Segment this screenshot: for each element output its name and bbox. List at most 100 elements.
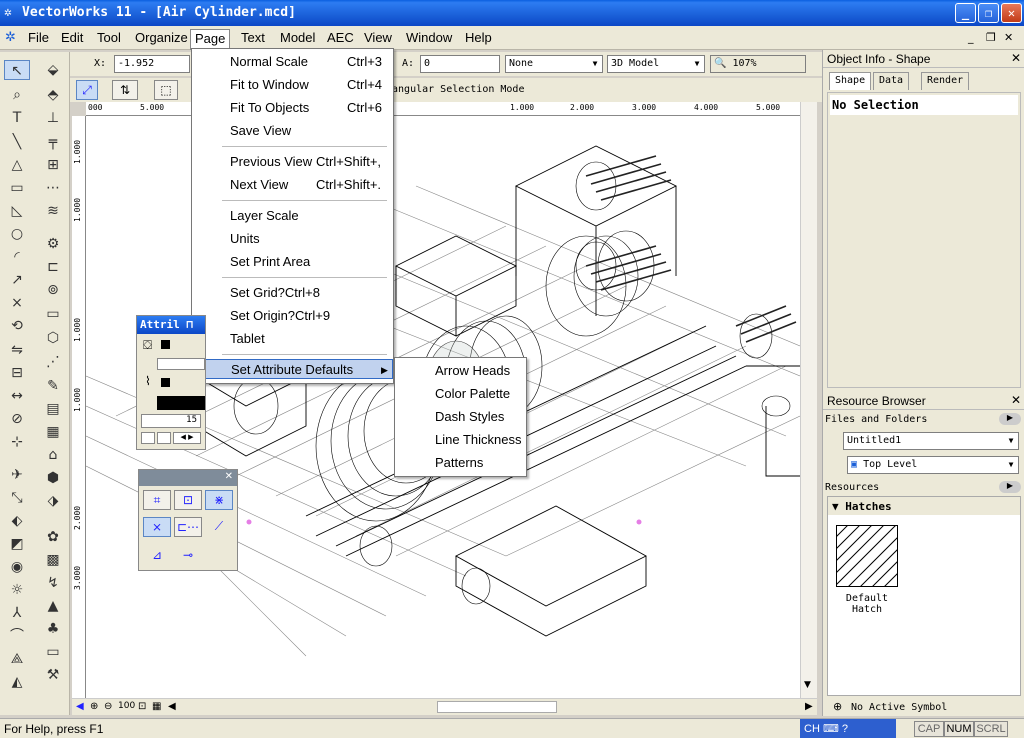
resources-menu-icon[interactable]: ▶ — [999, 481, 1021, 493]
rotate-tool-icon[interactable]: ⟲ — [4, 316, 30, 336]
line-tool-icon[interactable]: ╲ — [4, 132, 30, 152]
file-select[interactable]: Untitled1 ▼ — [843, 432, 1019, 450]
close-button[interactable]: ✕ — [1001, 3, 1022, 23]
snap-angle-button[interactable]: ⋇ — [205, 490, 233, 510]
text-tool-icon[interactable]: T — [4, 108, 30, 128]
submenu-item-dash-styles[interactable]: Dash Styles — [435, 407, 504, 427]
level-select[interactable]: ▣ Top Level ▼ — [847, 456, 1019, 474]
offset-tool-icon[interactable]: ⊟ — [4, 363, 30, 383]
pin-tool-icon[interactable]: ▭ — [40, 304, 66, 324]
flyover-tool-icon[interactable]: ✈ — [4, 465, 30, 485]
menu-item-set-attribute-defaults[interactable]: Set Attribute Defaults ▶ — [192, 359, 393, 379]
rect-select-button[interactable]: ⬚ — [154, 80, 178, 100]
spline-tool-icon[interactable]: ⋰ — [40, 352, 66, 372]
tab-data[interactable]: Data — [873, 72, 910, 90]
grid-tool-icon[interactable]: ▦ — [40, 422, 66, 442]
arc-tool-icon[interactable]: ◜ — [4, 247, 30, 267]
menu-item-layer-scale[interactable]: Layer Scale — [192, 206, 393, 226]
pencil-tool-icon[interactable]: ✎ — [40, 376, 66, 396]
selection-tool-icon[interactable]: ↖ — [4, 60, 30, 80]
submenu-item-line-thickness[interactable]: Line Thickness — [435, 430, 521, 450]
disk-tool-icon[interactable]: ◉ — [4, 557, 30, 577]
triangle-tool-icon[interactable]: △ — [4, 155, 30, 175]
ime-toolbar[interactable]: CH ⌨ ? — [800, 719, 896, 738]
hatch-swatch[interactable] — [836, 525, 898, 587]
stair-tool-icon[interactable]: ⊞ — [40, 155, 66, 175]
scroll-down-icon[interactable]: ▼ — [804, 680, 811, 690]
machine-tool-icon[interactable]: ⚒ — [40, 665, 66, 685]
snap-tangent-button[interactable]: ⊿ — [143, 546, 171, 566]
doc-icon[interactable]: ✲ — [5, 30, 16, 45]
spring-tool-icon[interactable]: ≋ — [40, 201, 66, 221]
menu-item-previous-view[interactable]: Previous View Ctrl+Shift+, — [192, 152, 393, 172]
menu-item-next-view[interactable]: Next View Ctrl+Shift+. — [192, 175, 393, 195]
cube-tool-icon[interactable]: ⬢ — [40, 468, 66, 488]
horizontal-scrollbar[interactable]: ◀ ⊕ ⊖ 100 ⊡ ▦ ◀ ▶ — [72, 698, 817, 715]
menu-item-set-print-area[interactable]: Set Print Area — [192, 252, 393, 272]
cross-tool-icon[interactable]: × — [4, 293, 30, 313]
doc-close-button[interactable]: ✕ — [1004, 31, 1013, 44]
selection-mode-button[interactable]: ⤢ — [76, 80, 98, 100]
roof-tool-icon[interactable]: ⟁ — [4, 649, 30, 669]
fill-pattern-swatch[interactable] — [157, 358, 205, 370]
menu-tool[interactable]: Tool — [93, 29, 125, 47]
pen-pattern-swatch[interactable] — [157, 396, 205, 410]
menu-edit[interactable]: Edit — [57, 29, 87, 47]
zoom-tool-icon[interactable]: ⌕ — [4, 85, 30, 105]
menu-item-tablet[interactable]: Tablet — [192, 329, 393, 349]
mirror-tool-icon[interactable]: ⇋ — [4, 340, 30, 360]
slab-tool-icon[interactable]: ⬗ — [40, 491, 66, 511]
snap-grid-button[interactable]: ⌗ — [143, 490, 171, 510]
arch-tool-icon[interactable]: ⌒ — [4, 626, 30, 646]
terrain-tool-icon[interactable]: ▲ — [40, 596, 66, 616]
zoom-100-button[interactable]: 100 — [118, 701, 135, 711]
menu-file[interactable]: File — [24, 29, 53, 47]
measure-tool-icon[interactable]: ↔ — [4, 386, 30, 406]
doc-minimize-button[interactable]: _ — [968, 31, 974, 44]
plant-tool-icon[interactable]: ✿ — [40, 527, 66, 547]
page-prev-icon[interactable]: ◀ — [76, 701, 84, 712]
menu-window[interactable]: Window — [402, 29, 456, 47]
multi-line-tool-icon[interactable]: ⋯ — [40, 178, 66, 198]
pin-icon[interactable]: ⊓ — [186, 318, 193, 331]
menu-organize[interactable]: Organize — [131, 29, 192, 47]
freehand-tool-icon[interactable]: ↗ — [4, 270, 30, 290]
class-select[interactable]: None ▼ — [505, 55, 603, 73]
pen-color-swatch[interactable] — [161, 378, 170, 387]
locus-tool-icon[interactable]: ⊹ — [4, 432, 30, 452]
extrude-tool-icon[interactable]: ⬙ — [40, 60, 66, 80]
doc-restore-button[interactable]: ❐ — [986, 31, 996, 44]
submenu-item-color-palette[interactable]: Color Palette — [435, 384, 510, 404]
angle-field[interactable]: 0 — [420, 55, 500, 73]
close-icon[interactable]: ✕ — [1011, 51, 1021, 65]
close-icon[interactable]: ✕ — [1011, 393, 1021, 407]
brick-tool-icon[interactable]: ▩ — [40, 550, 66, 570]
snap-distance-button[interactable]: ⊏⋯ — [174, 517, 202, 537]
hatches-group[interactable]: ▼ Hatches — [828, 497, 1020, 515]
menu-page[interactable]: Page — [190, 29, 231, 50]
minimize-button[interactable]: _ — [955, 3, 976, 23]
gear-tool-icon[interactable]: ⚙ — [40, 234, 66, 254]
files-menu-icon[interactable]: ▶ — [999, 413, 1021, 425]
dimension-tool-icon[interactable]: ⊥ — [40, 108, 66, 128]
restore-button[interactable]: ❐ — [978, 3, 999, 23]
scroll-left-icon[interactable]: ◀ — [168, 701, 176, 712]
menu-item-fit-to-objects[interactable]: Fit To Objects Ctrl+6 — [192, 98, 393, 118]
menu-help[interactable]: Help — [461, 29, 496, 47]
nut-tool-icon[interactable]: ⬡ — [40, 328, 66, 348]
seat-tool-icon[interactable]: ⅄ — [4, 603, 30, 623]
menu-model[interactable]: Model — [276, 29, 319, 47]
snap-intersection-button[interactable]: ⨯ — [143, 517, 171, 537]
zoom-out-icon[interactable]: ⊖ — [104, 701, 112, 712]
menu-text[interactable]: Text — [237, 29, 269, 47]
close-icon[interactable]: ✕ — [225, 471, 233, 482]
x-coordinate-field[interactable]: -1.952 — [114, 55, 190, 73]
fastener-tool-icon[interactable]: ⊚ — [40, 280, 66, 300]
menu-item-fit-to-window[interactable]: Fit to Window Ctrl+4 — [192, 75, 393, 95]
grid-icon[interactable]: ▦ — [152, 701, 161, 712]
bolt-tool-icon[interactable]: ⊏ — [40, 257, 66, 277]
vertical-scrollbar[interactable]: ▼ — [800, 102, 817, 698]
line-weight-field[interactable]: 15 — [141, 414, 201, 428]
scroll-right-icon[interactable]: ▶ — [805, 701, 813, 712]
fill-color-swatch[interactable] — [161, 340, 170, 349]
